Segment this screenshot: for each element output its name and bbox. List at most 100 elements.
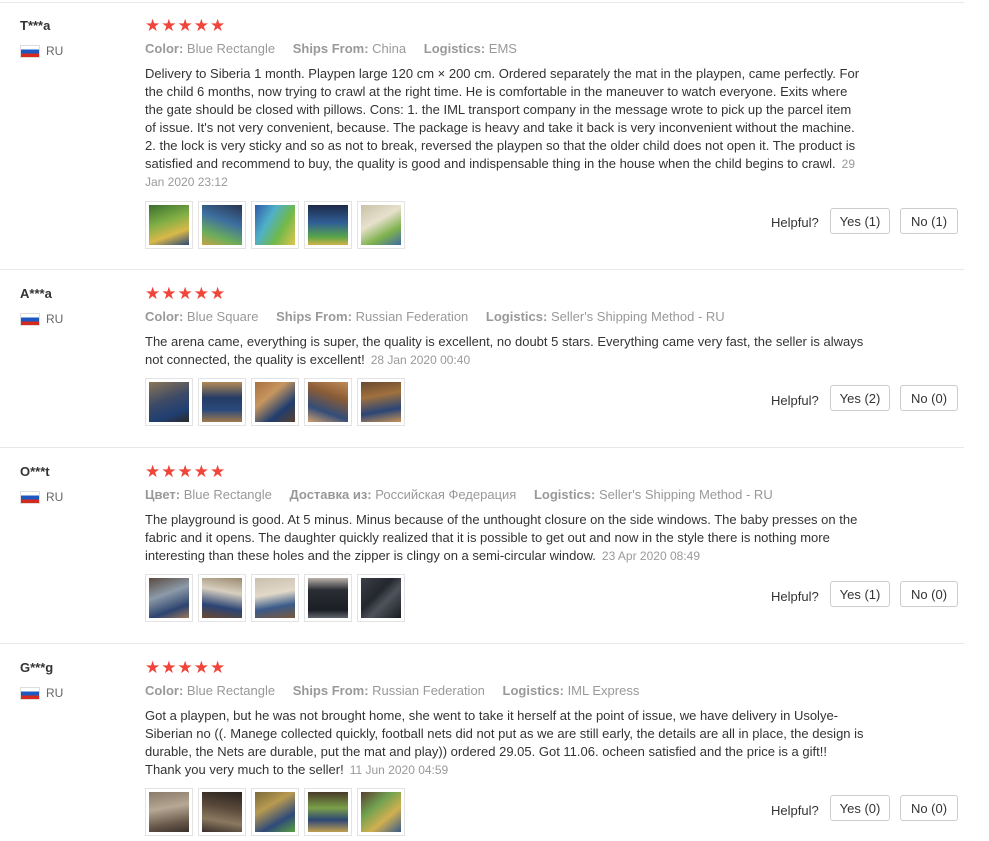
ships-from-label: Ships From: <box>292 41 369 56</box>
helpful-label: Helpful? <box>771 393 819 408</box>
logistics-label: Logistics: <box>533 487 596 502</box>
helpful-label: Helpful? <box>771 215 819 230</box>
review-text: The arena came, everything is super, the… <box>145 333 865 369</box>
logistics-label: Logistics: <box>502 683 564 698</box>
reviewer-country: RU <box>20 686 63 700</box>
russia-flag-icon <box>20 44 40 58</box>
rating-stars: ★★★★★ <box>145 462 227 481</box>
review-photos <box>145 201 405 249</box>
review-photos <box>145 574 405 622</box>
ships-from-label: Ships From: <box>276 309 352 324</box>
review-body: The playground is good. At 5 minus. Minu… <box>145 512 858 563</box>
logistics-value: Seller's Shipping Method - RU <box>550 309 725 324</box>
logistics-label: Logistics: <box>485 309 548 324</box>
color-value: Blue Rectangle <box>186 41 276 56</box>
country-code: RU <box>46 490 64 504</box>
logistics-value: Seller's Shipping Method - RU <box>598 487 773 502</box>
review-photo[interactable] <box>145 788 193 836</box>
helpful-yes-button[interactable]: Yes (1) <box>830 208 890 234</box>
review-photo[interactable] <box>251 788 299 836</box>
reviewer-name: A***a <box>20 286 52 301</box>
ships-from-value: Russian Federation <box>372 683 485 698</box>
reviewer-country: RU <box>20 312 63 326</box>
ships-from-label: Ships From: <box>292 683 369 698</box>
helpful-no-button[interactable]: No (0) <box>900 385 958 411</box>
review-body: Got a playpen, but he was not brought ho… <box>145 708 864 777</box>
logistics-value: IML Express <box>567 683 640 698</box>
review-item: A***a RU ★★★★★ Color: Blue Square Ships … <box>0 284 964 448</box>
logistics-label: Logistics: <box>423 41 486 56</box>
rating-stars: ★★★★★ <box>145 16 227 35</box>
reviewer-name: G***g <box>20 660 54 675</box>
review-text: Delivery to Siberia 1 month. Playpen lar… <box>145 65 865 191</box>
reviewer-name: T***a <box>20 18 51 33</box>
russia-flag-icon <box>20 490 40 504</box>
color-label: Color: <box>145 683 184 698</box>
ships-from-label: Доставка из: <box>289 487 372 502</box>
top-divider <box>0 2 964 3</box>
reviewer-country: RU <box>20 44 63 58</box>
review-photos <box>145 378 405 426</box>
review-photo[interactable] <box>198 378 246 426</box>
helpful-no-button[interactable]: No (0) <box>900 795 958 821</box>
color-label: Color: <box>145 41 184 56</box>
review-photo[interactable] <box>145 574 193 622</box>
review-photo[interactable] <box>198 201 246 249</box>
helpful-no-button[interactable]: No (0) <box>900 581 958 607</box>
color-value: Blue Square <box>186 309 259 324</box>
review-properties: Color: Blue Square Ships From: Russian F… <box>145 309 739 324</box>
helpful-yes-button[interactable]: Yes (1) <box>830 581 890 607</box>
review-photo[interactable] <box>357 378 405 426</box>
review-photo[interactable] <box>198 574 246 622</box>
review-photo[interactable] <box>304 378 352 426</box>
review-item: O***t RU ★★★★★ Цвет: Blue Rectangle Дост… <box>0 462 964 644</box>
ships-from-value: Russian Federation <box>355 309 469 324</box>
country-code: RU <box>46 686 64 700</box>
review-text: The playground is good. At 5 minus. Minu… <box>145 511 865 565</box>
review-date: 28 Jan 2020 00:40 <box>370 353 471 367</box>
review-item: T***a RU ★★★★★ Color: Blue Rectangle Shi… <box>0 16 964 270</box>
review-photos <box>145 788 405 836</box>
helpful-no-button[interactable]: No (1) <box>900 208 958 234</box>
review-photo[interactable] <box>357 788 405 836</box>
review-photo[interactable] <box>145 378 193 426</box>
color-label: Color: <box>145 309 184 324</box>
color-label: Цвет: <box>145 487 181 502</box>
russia-flag-icon <box>20 686 40 700</box>
color-value: Blue Rectangle <box>186 683 276 698</box>
helpful-label: Helpful? <box>771 589 819 604</box>
review-body: Delivery to Siberia 1 month. Playpen lar… <box>145 66 860 171</box>
russia-flag-icon <box>20 312 40 326</box>
review-divider <box>0 447 964 448</box>
review-photo[interactable] <box>145 201 193 249</box>
review-item: G***g RU ★★★★★ Color: Blue Rectangle Shi… <box>0 658 964 841</box>
helpful-yes-button[interactable]: Yes (2) <box>830 385 890 411</box>
helpful-label: Helpful? <box>771 803 819 818</box>
review-body: The arena came, everything is super, the… <box>145 334 864 367</box>
rating-stars: ★★★★★ <box>145 284 227 303</box>
review-properties: Color: Blue Rectangle Ships From: Russia… <box>145 683 653 698</box>
reviewer-country: RU <box>20 490 63 504</box>
review-text: Got a playpen, but he was not brought ho… <box>145 707 865 779</box>
logistics-value: EMS <box>488 41 517 56</box>
country-code: RU <box>46 44 64 58</box>
review-photo[interactable] <box>251 201 299 249</box>
review-photo[interactable] <box>251 378 299 426</box>
review-properties: Color: Blue Rectangle Ships From: China … <box>145 41 531 56</box>
review-photo[interactable] <box>198 788 246 836</box>
review-date: 23 Apr 2020 08:49 <box>601 549 700 563</box>
color-value: Blue Rectangle <box>183 487 272 502</box>
review-photo[interactable] <box>357 201 405 249</box>
review-divider <box>0 269 964 270</box>
review-photo[interactable] <box>304 788 352 836</box>
reviewer-name: O***t <box>20 464 50 479</box>
review-photo[interactable] <box>357 574 405 622</box>
review-photo[interactable] <box>251 574 299 622</box>
review-photo[interactable] <box>304 201 352 249</box>
rating-stars: ★★★★★ <box>145 658 227 677</box>
ships-from-value: Российская Федерация <box>375 487 517 502</box>
review-photo[interactable] <box>304 574 352 622</box>
review-divider <box>0 643 964 644</box>
helpful-yes-button[interactable]: Yes (0) <box>830 795 890 821</box>
ships-from-value: China <box>372 41 407 56</box>
